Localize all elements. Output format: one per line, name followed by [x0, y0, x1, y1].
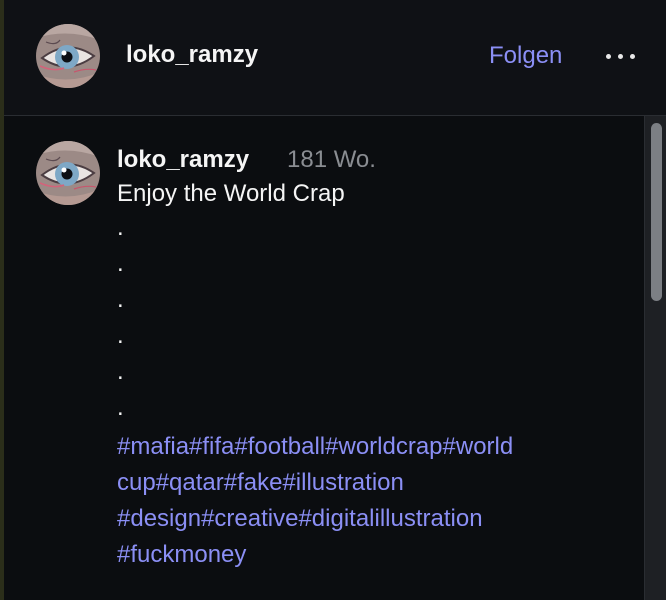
header-username[interactable]: loko_ramzy [126, 38, 258, 72]
hashtag-line[interactable]: #design#creative#digitalillustration [117, 501, 637, 537]
more-horizontal-icon[interactable] [604, 44, 638, 68]
post-header: loko_ramzy Folgen [4, 0, 666, 115]
avatar[interactable] [36, 141, 100, 205]
caption-dot: . [117, 250, 124, 277]
follow-button[interactable]: Folgen [489, 39, 562, 73]
caption-dot: . [117, 322, 124, 349]
post-timestamp[interactable]: 181 Wo. [287, 144, 376, 176]
eye-avatar-icon [36, 24, 100, 88]
hashtag-line[interactable]: #mafia#fifa#football#worldcrap#world [117, 429, 637, 465]
avatar[interactable] [36, 24, 100, 88]
hashtag-line[interactable]: #fuckmoney [117, 537, 637, 573]
hashtag-block: #mafia#fifa#football#worldcrap#world cup… [117, 429, 637, 573]
caption-dot: . [117, 394, 124, 421]
caption-dot: . [117, 358, 124, 385]
caption-text: Enjoy the World Crap [117, 180, 345, 207]
hashtag-line[interactable]: cup#qatar#fake#illustration [117, 465, 637, 501]
post-caption-area: loko_ramzy 181 Wo. Enjoy the World Crap … [4, 116, 644, 600]
scrollbar-thumb[interactable] [651, 123, 662, 301]
caption-dot: . [117, 214, 124, 241]
post-window: loko_ramzy Folgen loko_ramzy 181 Wo. Enj… [0, 0, 666, 600]
post-username[interactable]: loko_ramzy [117, 144, 249, 176]
caption-dot: . [117, 286, 124, 313]
eye-avatar-icon [36, 141, 100, 205]
